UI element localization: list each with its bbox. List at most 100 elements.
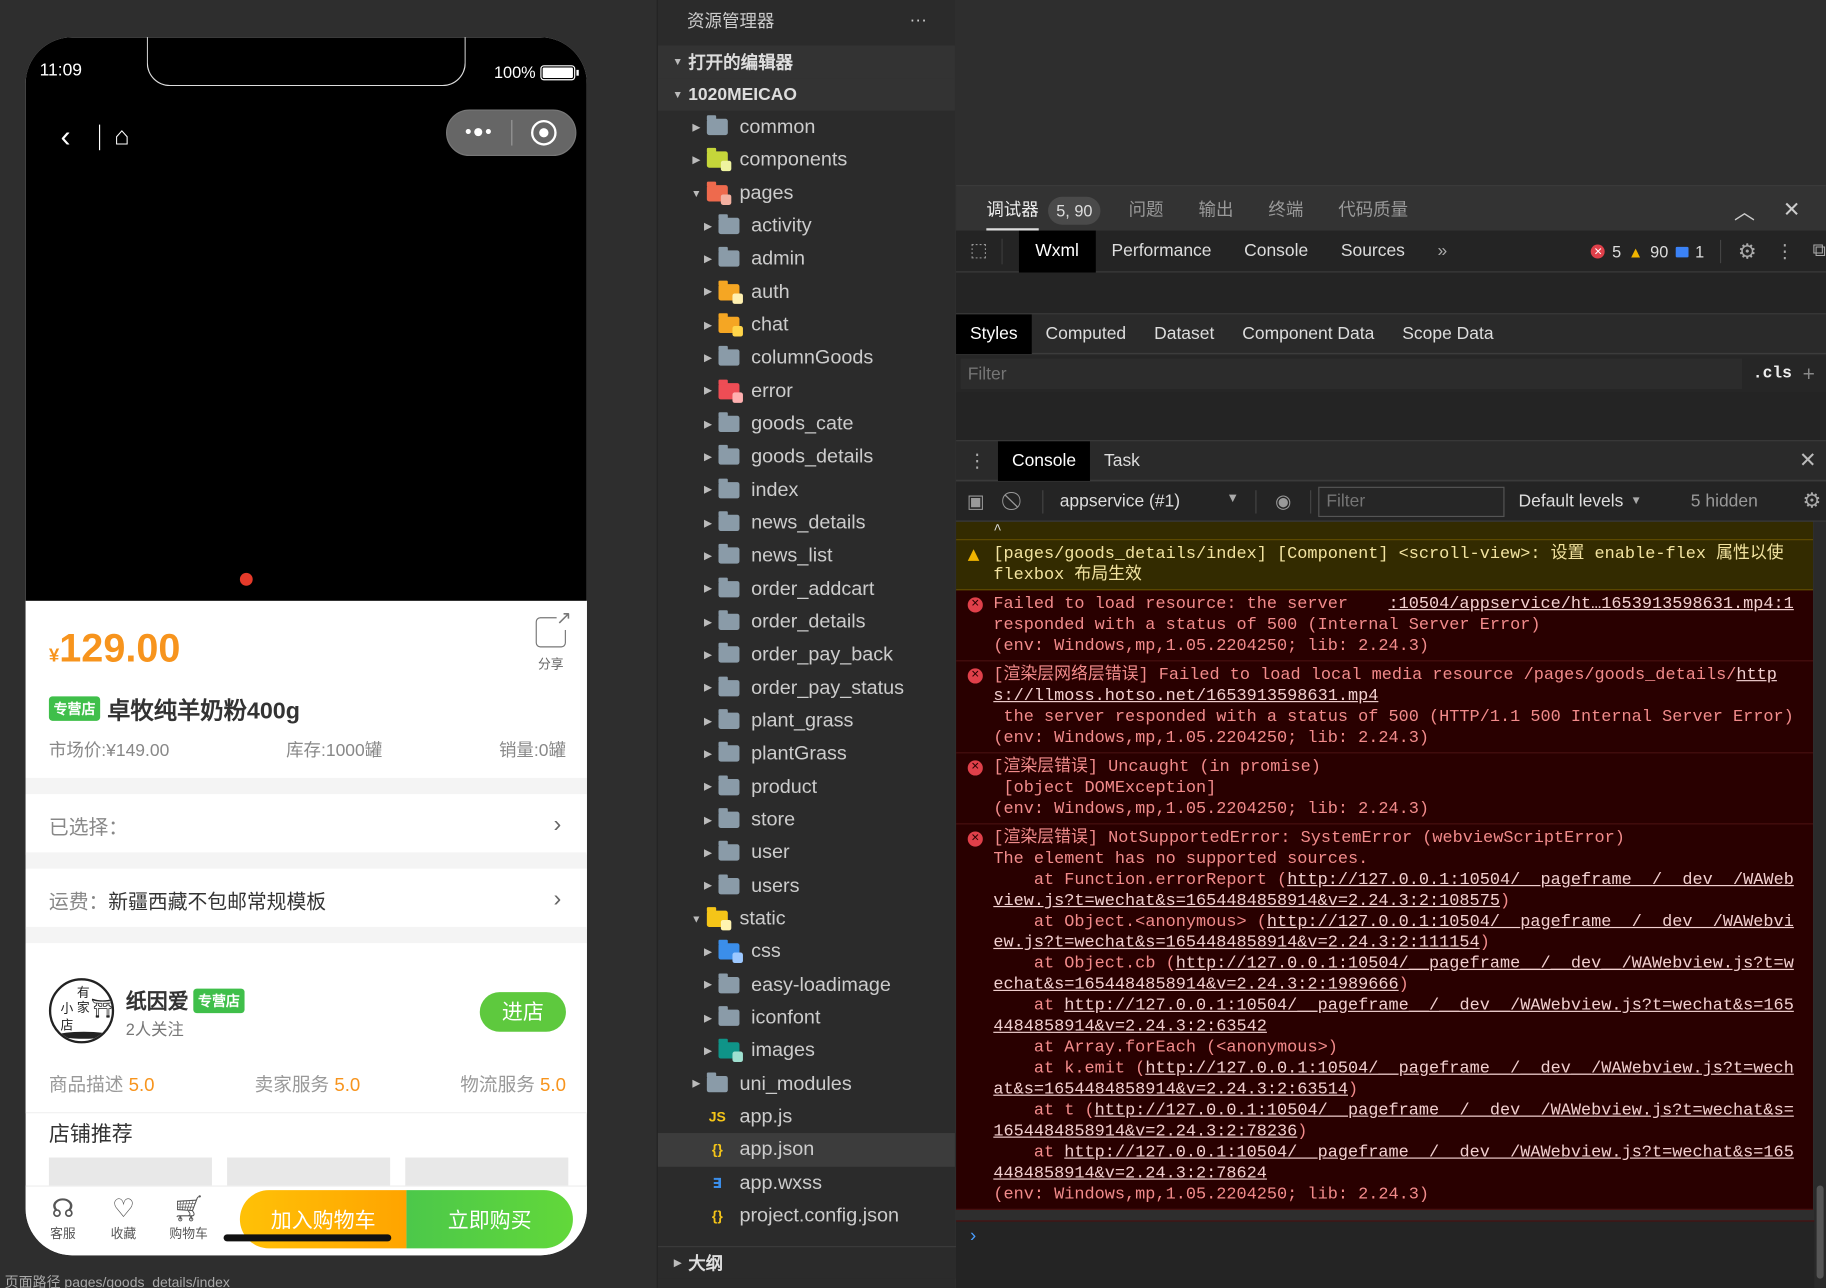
customer-service-button[interactable]: ☊ 客服 — [40, 1194, 87, 1243]
tree-file[interactable]: ∃ app.wxss — [658, 1166, 955, 1199]
tree-folder[interactable]: ▶ order_addcart — [658, 572, 955, 605]
tree-folder[interactable]: ▶ order_details — [658, 605, 955, 638]
drawer-menu-icon[interactable]: ⋮ — [956, 449, 998, 472]
dock-icon[interactable]: ⧉ — [1813, 241, 1826, 262]
tab-sources[interactable]: Sources — [1325, 230, 1422, 272]
source-link[interactable]: http://127.0.0.1:10504/__pageframe__/__d… — [993, 1144, 1794, 1184]
source-link[interactable]: http://127.0.0.1:10504/__pageframe__/__d… — [993, 1102, 1794, 1142]
cart-button[interactable]: 🛒︎ 购物车 — [165, 1194, 212, 1243]
add-rule-icon[interactable]: + — [1803, 362, 1826, 386]
tab-drawer-console[interactable]: Console — [997, 440, 1091, 481]
tree-folder[interactable]: ▶ store — [658, 803, 955, 836]
tree-folder[interactable]: ▶ error — [658, 375, 955, 408]
shop-logo[interactable]: 有 家 小 店 ⛩ — [48, 978, 115, 1044]
live-expression-eye-icon[interactable]: ◉ — [1263, 490, 1303, 513]
tab-code-quality[interactable]: 代码质量 — [1338, 186, 1408, 235]
shop-card: 有 家 小 店 ⛩ 纸因爱 专营店 2人关注 进店 商品描述 5.0 卖家服务 … — [25, 943, 587, 1114]
tree-folder[interactable]: ▶ order_pay_back — [658, 638, 955, 671]
kebab-menu-icon[interactable]: ⋮ — [1775, 240, 1794, 263]
tree-folder[interactable]: ▶ iconfont — [658, 1001, 955, 1034]
clear-console-icon[interactable]: ⃠ — [996, 491, 1036, 512]
tree-file[interactable]: {} app.json — [657, 1133, 955, 1167]
tree-file[interactable]: {} project.config.json — [658, 1199, 955, 1232]
shop-name: 纸因爱 — [125, 989, 189, 1014]
sidebar-toggle-icon[interactable]: ▣ — [956, 490, 996, 513]
styles-filter-input[interactable] — [960, 358, 1743, 389]
tree-folder[interactable]: ▶ activity — [658, 210, 955, 243]
collapse-panel-icon[interactable]: ︿ — [1734, 196, 1755, 226]
inspect-element-icon[interactable]: ⬚ — [956, 238, 1003, 264]
share-button[interactable]: 分享 — [535, 606, 572, 673]
console-prompt[interactable]: › — [956, 1220, 1826, 1288]
log-levels-select[interactable]: Default levels ▼ — [1505, 491, 1656, 511]
tree-folder[interactable]: ▶ news_list — [658, 539, 955, 572]
tree-folder[interactable]: ▶ auth — [658, 276, 955, 309]
tree-folder[interactable]: ▶ order_pay_status — [658, 671, 955, 704]
recommend-item[interactable] — [405, 1157, 569, 1186]
more-icon[interactable]: •●• — [447, 122, 510, 143]
tree-folder[interactable]: ▶ index — [658, 473, 955, 506]
tab-wxml[interactable]: Wxml — [1018, 229, 1096, 272]
more-tabs-icon[interactable]: » — [1421, 230, 1463, 272]
tab-output[interactable]: 输出 — [1198, 186, 1233, 235]
console-filter-input[interactable] — [1318, 486, 1505, 517]
source-link[interactable]: :10504/appservice/ht…1653913598631.mp4:1 — [1389, 595, 1794, 614]
tree-folder[interactable]: ▶ plant_grass — [658, 704, 955, 737]
tree-folder[interactable]: ▶ chat — [658, 309, 955, 342]
tab-task[interactable]: Task — [1090, 441, 1154, 481]
tree-folder[interactable]: ▶ plantGrass — [658, 737, 955, 770]
console-scrollbar[interactable] — [1814, 521, 1826, 1288]
tab-styles[interactable]: Styles — [956, 314, 1032, 355]
tree-folder[interactable]: ▶ goods_details — [658, 441, 955, 474]
console-settings-icon[interactable]: ⚙ — [1802, 489, 1821, 513]
more-icon[interactable]: ··· — [909, 10, 926, 30]
source-link[interactable]: http://127.0.0.1:10504/__pageframe__/__d… — [993, 997, 1794, 1037]
favorite-button[interactable]: ♡ 收藏 — [100, 1194, 147, 1243]
close-drawer-icon[interactable]: ✕ — [1799, 448, 1817, 472]
cls-toggle[interactable]: .cls — [1742, 364, 1803, 383]
tab-scope-data[interactable]: Scope Data — [1388, 314, 1507, 354]
product-media[interactable]: 11:09 100% ‹ ⌂ •●• — [25, 37, 587, 601]
tab-console[interactable]: Console — [1228, 230, 1325, 272]
recommend-item[interactable] — [48, 1157, 212, 1186]
tab-computed[interactable]: Computed — [1032, 314, 1141, 354]
shipping-row[interactable]: 运费： 新疆西藏不包邮常规模板 › — [25, 868, 587, 930]
tab-debugger[interactable]: 调试器 — [986, 186, 1039, 235]
tree-folder[interactable]: ▶ goods_cate — [658, 408, 955, 441]
tab-performance[interactable]: Performance — [1095, 230, 1228, 272]
close-miniprogram-icon[interactable] — [512, 119, 575, 146]
tree-folder[interactable]: ▼ static — [658, 902, 955, 935]
buy-now-button[interactable]: 立即购买 — [406, 1190, 573, 1249]
project-section[interactable]: ▼ 1020MEICAO — [657, 78, 955, 111]
tree-folder[interactable]: ▶ images — [658, 1034, 955, 1067]
tree-folder[interactable]: ▶ user — [658, 836, 955, 869]
outline-section[interactable]: ▶ 大纲 — [657, 1246, 957, 1279]
tree-folder[interactable]: ▶ admin — [658, 243, 955, 276]
recommend-item[interactable] — [227, 1157, 391, 1186]
tree-folder[interactable]: ▶ news_details — [658, 506, 955, 539]
tree-folder[interactable]: ▶ easy-loadimage — [658, 968, 955, 1001]
tab-component-data[interactable]: Component Data — [1228, 314, 1388, 354]
tree-folder[interactable]: ▶ users — [658, 869, 955, 902]
back-icon[interactable]: ‹ — [61, 119, 71, 155]
tab-dataset[interactable]: Dataset — [1140, 314, 1228, 354]
home-icon[interactable]: ⌂ — [114, 121, 129, 151]
carousel-dot[interactable] — [239, 572, 253, 586]
tree-folder[interactable]: ▶ css — [658, 935, 955, 968]
spec-select-row[interactable]: 已选择： › — [25, 794, 587, 855]
context-select[interactable]: appservice (#1) ▼ — [1050, 491, 1248, 511]
tree-folder[interactable]: ▶ components — [658, 144, 955, 177]
tree-folder[interactable]: ▶ columnGoods — [658, 342, 955, 375]
tree-folder[interactable]: ▶ product — [658, 770, 955, 803]
tree-file[interactable]: JS app.js — [658, 1100, 955, 1133]
gear-icon[interactable]: ⚙ — [1738, 239, 1757, 263]
open-editors-section[interactable]: ▼ 打开的编辑器 — [657, 45, 955, 79]
issue-counters[interactable]: ✕ 5 ▲ 90 1 ⚙ ⋮ ⧉ — [1591, 231, 1826, 273]
enter-shop-button[interactable]: 进店 — [479, 992, 566, 1032]
tab-problems[interactable]: 问题 — [1129, 186, 1164, 235]
close-panel-icon[interactable]: ✕ — [1783, 198, 1801, 222]
tree-folder[interactable]: ▼ pages — [658, 177, 955, 210]
tree-folder[interactable]: ▶ common — [658, 111, 955, 144]
tree-folder[interactable]: ▶ uni_modules — [658, 1067, 955, 1100]
tab-terminal[interactable]: 终端 — [1268, 186, 1303, 235]
